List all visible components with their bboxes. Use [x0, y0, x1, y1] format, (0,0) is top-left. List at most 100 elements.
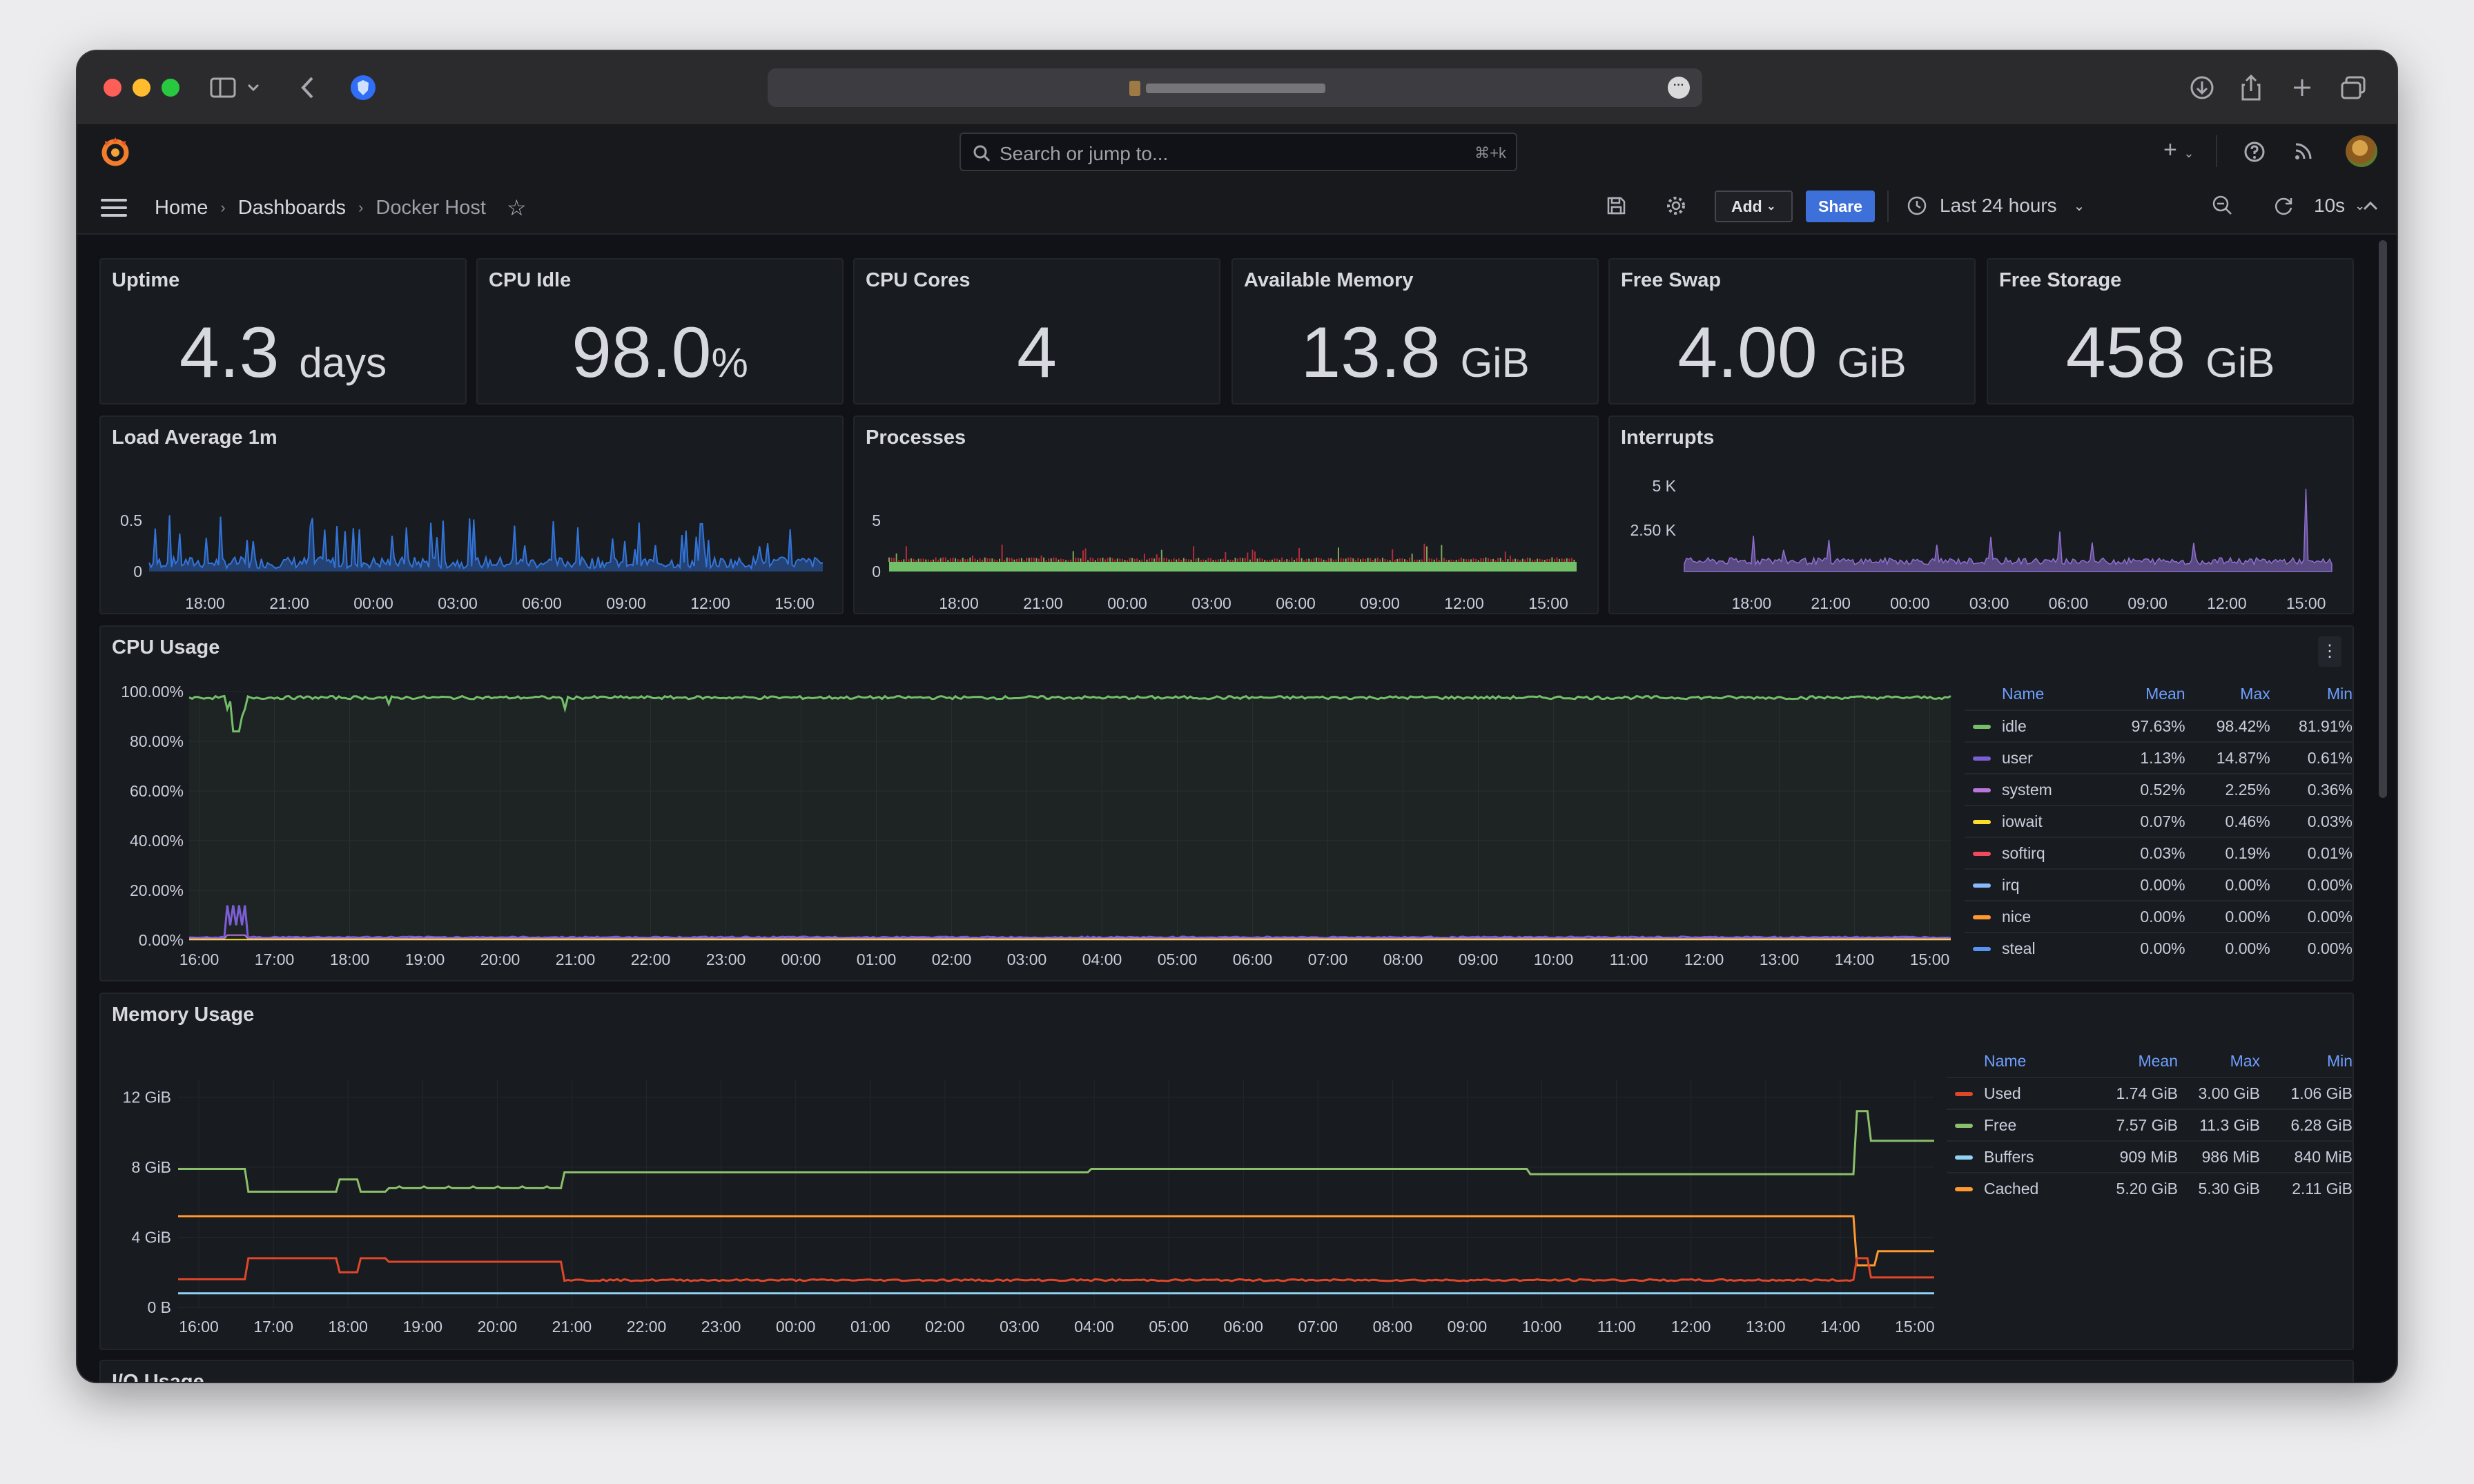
y-tick-label: 60.00%	[130, 782, 184, 800]
close-window-button[interactable]	[104, 79, 121, 97]
panel-cpu-usage[interactable]: CPU Usage ⋮ 100.00% 80.00% 60.00% 40.00% 20.…	[99, 625, 2354, 982]
legend-series-name[interactable]: Buffers	[1947, 1140, 2090, 1173]
zoom-out-icon[interactable]	[2212, 192, 2234, 219]
legend-row[interactable]: system 0.52% 2.25% 0.36%	[1965, 773, 2353, 806]
legend-header-name[interactable]: Name	[1947, 1046, 2090, 1077]
legend-series-name[interactable]: nice	[1965, 900, 2112, 933]
panel-interrupts[interactable]: Interrupts 5 K 2.50 K 18:00 21:00 00:00 03:00…	[1608, 416, 2354, 614]
collapse-chevron-up-icon[interactable]	[2362, 192, 2379, 219]
legend-row[interactable]: user 1.13% 14.87% 0.61%	[1965, 741, 2353, 774]
legend-series-name[interactable]: idle	[1965, 710, 2112, 742]
legend-series-name[interactable]: softirq	[1965, 837, 2112, 869]
refresh-interval-picker[interactable]: 10s ⌄	[2314, 192, 2365, 219]
stat-panel-free-swap[interactable]: Free Swap 4.00 GiB	[1608, 258, 1976, 404]
legend-series-name[interactable]: Cached	[1947, 1172, 2090, 1204]
legend-min-value: 0.01%	[2270, 837, 2353, 869]
legend-header-min[interactable]: Min	[2260, 1046, 2353, 1077]
minimize-window-button[interactable]	[133, 79, 150, 97]
legend-min-value: 6.28 GiB	[2260, 1109, 2353, 1141]
legend-series-name[interactable]: irq	[1965, 868, 2112, 901]
share-page-icon[interactable]	[2241, 72, 2261, 104]
legend-series-name[interactable]: iowait	[1965, 805, 2112, 837]
y-tick-label: 0.00%	[139, 931, 184, 949]
legend-series-name[interactable]: user	[1965, 741, 2112, 774]
legend-row[interactable]: idle 97.63% 98.42% 81.91%	[1965, 710, 2353, 742]
save-dashboard-icon[interactable]	[1606, 192, 1626, 219]
address-bar[interactable]: ···	[768, 68, 1702, 107]
legend-series-name[interactable]: Used	[1947, 1077, 2090, 1109]
refresh-icon[interactable]	[2272, 192, 2295, 219]
legend-header-mean[interactable]: Mean	[2090, 1046, 2178, 1077]
more-options-icon[interactable]: ···	[1668, 77, 1690, 99]
y-tick-label: 100.00%	[121, 683, 184, 701]
stat-panel-cpu-cores[interactable]: CPU Cores 4	[853, 258, 1220, 404]
x-tick-label: 06:00	[522, 594, 562, 612]
back-icon[interactable]	[300, 72, 315, 104]
legend-row[interactable]: Cached 5.20 GiB 5.30 GiB 2.11 GiB	[1947, 1172, 2353, 1204]
legend-row[interactable]: irq 0.00% 0.00% 0.00%	[1965, 868, 2353, 901]
new-menu-button[interactable]: + ⌄	[2163, 137, 2194, 164]
new-tab-icon[interactable]	[2292, 72, 2312, 104]
maximize-window-button[interactable]	[162, 79, 179, 97]
legend-min-value: 0.00%	[2270, 900, 2353, 933]
legend-header-name[interactable]: Name	[1965, 679, 2111, 710]
stat-panel-cpu-idle[interactable]: CPU Idle 98.0%	[476, 258, 844, 404]
grafana-logo-icon[interactable]	[98, 134, 133, 172]
clock-icon	[1907, 196, 1927, 215]
series-color-swatch	[1955, 1155, 1973, 1160]
legend-header-mean[interactable]: Mean	[2111, 679, 2185, 710]
breadcrumb-dashboards[interactable]: Dashboards	[238, 197, 346, 219]
scrollbar[interactable]	[2379, 240, 2387, 798]
downloads-icon[interactable]	[2190, 72, 2214, 104]
legend-min-value: 81.91%	[2270, 710, 2353, 742]
breadcrumb-home[interactable]: Home	[155, 197, 208, 219]
panel-menu-icon[interactable]: ⋮	[2318, 636, 2341, 667]
legend-header-min[interactable]: Min	[2270, 679, 2353, 710]
legend-row[interactable]: Free 7.57 GiB 11.3 GiB 6.28 GiB	[1947, 1109, 2353, 1141]
series-color-swatch	[1955, 1124, 1973, 1129]
used-series-line	[178, 1257, 1934, 1282]
y-tick-label: 80.00%	[130, 732, 184, 750]
y-tick-label: 5	[872, 511, 881, 529]
share-button[interactable]: Share	[1806, 191, 1875, 222]
help-icon[interactable]	[2243, 141, 2266, 166]
stat-panel-uptime[interactable]: Uptime 4.3 days	[99, 258, 467, 404]
legend-header-max[interactable]: Max	[2185, 679, 2270, 710]
legend-header-max[interactable]: Max	[2178, 1046, 2260, 1077]
panel-memory-usage[interactable]: Memory Usage 12 GiB 8 GiB 4 GiB 0 B 16:00 17:…	[99, 993, 2354, 1350]
legend-row[interactable]: nice 0.00% 0.00% 0.00%	[1965, 900, 2353, 933]
legend-series-name[interactable]: steal	[1965, 932, 2112, 964]
news-feed-icon[interactable]	[2293, 141, 2314, 165]
sidebar-toggle-icon[interactable]	[210, 72, 237, 104]
legend-row[interactable]: iowait 0.07% 0.46% 0.03%	[1965, 805, 2353, 837]
x-tick-label: 12:00	[2207, 594, 2247, 612]
panel-io-usage[interactable]: I/O Usage	[99, 1360, 2354, 1382]
x-tick-label: 20:00	[478, 1318, 518, 1336]
panel-processes[interactable]: Processes 5 0 18:00 21:00 00:00 03:00 06:00 09:…	[853, 416, 1599, 614]
add-button[interactable]: Add ⌄	[1715, 191, 1793, 222]
cpu-legend-table: Name Mean Max Min idle 97.63% 98.42% 81.91% user…	[1965, 679, 2353, 964]
divider	[2216, 135, 2217, 167]
legend-series-name[interactable]: system	[1965, 773, 2112, 806]
series-color-swatch	[1955, 1092, 1973, 1097]
stat-panel-available-memory[interactable]: Available Memory 13.8 GiB	[1231, 258, 1599, 404]
legend-row[interactable]: steal 0.00% 0.00% 0.00%	[1965, 932, 2353, 964]
legend-row[interactable]: Buffers 909 MiB 986 MiB 840 MiB	[1947, 1140, 2353, 1173]
settings-gear-icon[interactable]	[1665, 192, 1687, 219]
tab-overview-icon[interactable]	[2340, 72, 2366, 104]
legend-row[interactable]: Used 1.74 GiB 3.00 GiB 1.06 GiB	[1947, 1077, 2353, 1109]
legend-row[interactable]: softirq 0.03% 0.19% 0.01%	[1965, 837, 2353, 869]
idle-area	[189, 696, 1951, 940]
menu-icon[interactable]	[101, 199, 127, 222]
user-avatar[interactable]	[2346, 135, 2377, 167]
star-icon[interactable]: ☆	[507, 195, 527, 221]
privacy-shield-icon[interactable]	[349, 72, 377, 104]
time-range-picker[interactable]: Last 24 hours ⌄	[1907, 195, 2085, 217]
legend-mean-value: 0.03%	[2111, 837, 2185, 869]
x-tick-label: 15:00	[775, 594, 815, 612]
panel-load-average[interactable]: Load Average 1m 0.5 0 18:00 21:00 00:00 03:00…	[99, 416, 844, 614]
legend-series-name[interactable]: Free	[1947, 1109, 2090, 1141]
chevron-down-icon[interactable]	[247, 72, 260, 104]
stat-panel-free-storage[interactable]: Free Storage 458 GiB	[1987, 258, 2354, 404]
search-input[interactable]: Search or jump to... ⌘+k	[960, 133, 1517, 171]
